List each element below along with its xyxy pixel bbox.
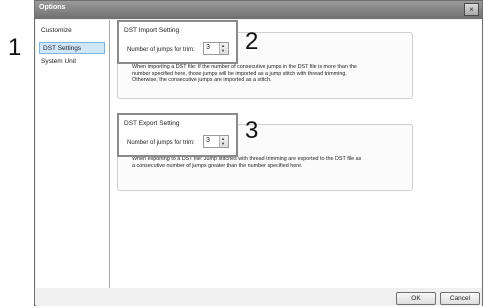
- export-description-line: a consecutive number of jumps greater th…: [132, 162, 303, 169]
- spin-down-icon[interactable]: ▼: [221, 142, 225, 146]
- sidebar-item-system-unit[interactable]: System Unit: [41, 58, 76, 65]
- callout-2: 2: [245, 28, 259, 55]
- export-jumps-stepper[interactable]: 3 ▲ ▼: [203, 135, 229, 148]
- sidebar: Customize DST Settings System Unit: [36, 20, 110, 288]
- sidebar-item-dst-settings[interactable]: DST Settings: [39, 42, 105, 54]
- export-description: When exporting to a DST file: Jump stitc…: [132, 156, 412, 169]
- close-button[interactable]: ×: [464, 3, 479, 16]
- import-highlight-box: DST Import Setting Number of jumps for t…: [117, 20, 238, 64]
- dialog-footer: OK Cancel: [36, 288, 482, 306]
- import-description-line: Otherwise, the consecutive jumps are imp…: [132, 77, 272, 84]
- callout-1: 1: [8, 34, 22, 61]
- options-dialog: Options × Customize DST Settings System …: [34, 0, 483, 306]
- sidebar-item-customize[interactable]: Customize: [41, 27, 72, 34]
- export-jumps-value: 3: [206, 137, 210, 144]
- import-description: When importing a DST file: If the number…: [132, 64, 412, 84]
- ok-button[interactable]: OK: [396, 292, 436, 305]
- export-spin-buttons[interactable]: ▲ ▼: [219, 136, 228, 147]
- export-jumps-label: Number of jumps for trim:: [127, 140, 195, 146]
- import-jumps-value: 3: [206, 44, 210, 51]
- cancel-button[interactable]: Cancel: [440, 292, 480, 305]
- import-description-line: number specified here, those jumps will …: [132, 70, 347, 77]
- export-highlight-box: DST Export Setting Number of jumps for t…: [117, 113, 238, 157]
- title-bar: Options ×: [35, 1, 482, 19]
- export-title: DST Export Setting: [124, 120, 180, 127]
- import-title: DST Import Setting: [124, 27, 180, 34]
- callout-3: 3: [245, 117, 259, 144]
- spin-down-icon[interactable]: ▼: [221, 49, 225, 53]
- import-spin-buttons[interactable]: ▲ ▼: [219, 43, 228, 54]
- import-jumps-label: Number of jumps for trim:: [127, 47, 195, 53]
- import-jumps-stepper[interactable]: 3 ▲ ▼: [203, 42, 229, 55]
- window-title: Options: [39, 4, 66, 11]
- import-description-line: When importing a DST file: If the number…: [132, 64, 357, 70]
- settings-panel: When importing a DST file: If the number…: [110, 20, 482, 288]
